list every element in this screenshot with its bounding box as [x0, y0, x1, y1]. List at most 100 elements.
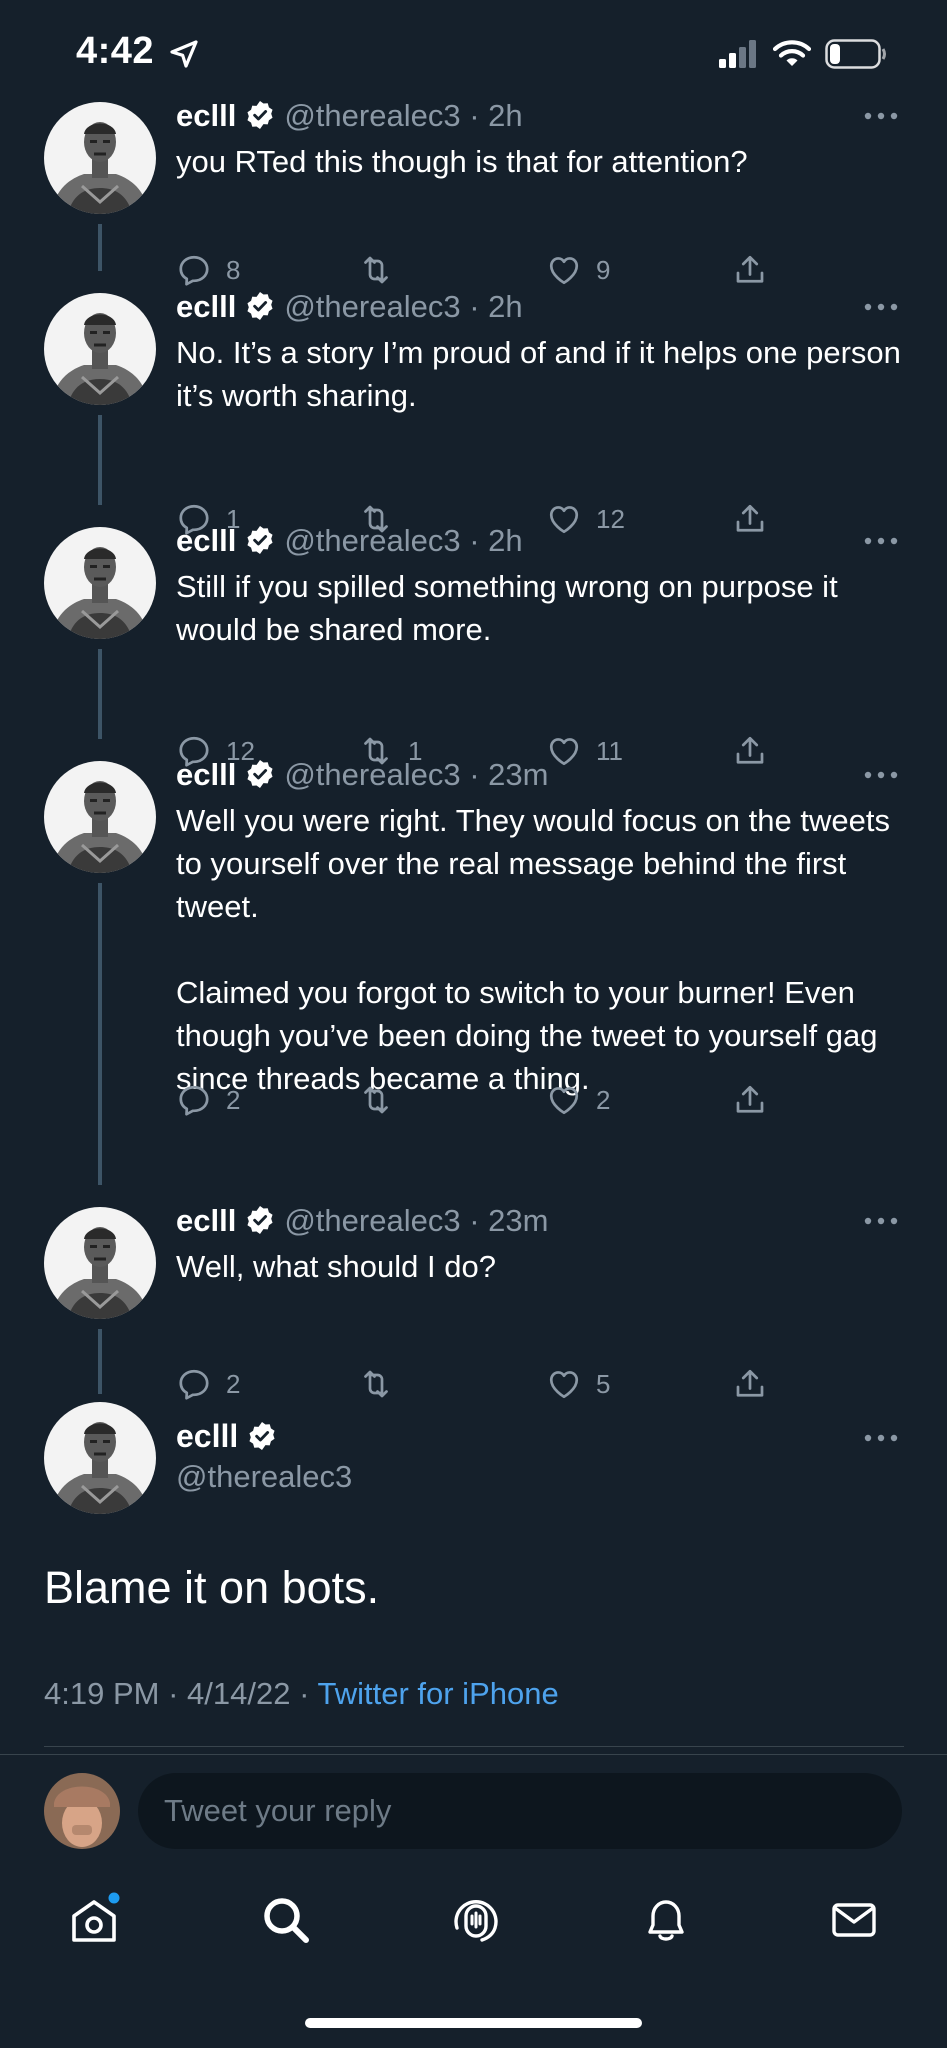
- messages-icon[interactable]: [826, 1892, 882, 1948]
- tweet-meta: 4:19 PM · 4/14/22 · Twitter for iPhone: [44, 1676, 559, 1712]
- share-icon: [732, 733, 768, 769]
- author-name[interactable]: eclll: [176, 1203, 236, 1238]
- like-button[interactable]: 12: [546, 501, 625, 537]
- status-icons: [719, 36, 887, 72]
- tweet-header: eclll @therealec3 · 23m: [176, 1201, 548, 1241]
- user-avatar[interactable]: [44, 1773, 120, 1849]
- reply-count: 8: [226, 254, 241, 285]
- author-name[interactable]: eclll: [176, 1418, 238, 1454]
- like-count: 9: [596, 254, 611, 285]
- reply-bar: [0, 1754, 947, 1861]
- more-options-icon[interactable]: [863, 1432, 899, 1444]
- heart-icon: [546, 733, 582, 769]
- avatar[interactable]: [44, 102, 156, 214]
- thread-connector-line: [98, 224, 102, 271]
- more-options-icon[interactable]: [863, 535, 899, 547]
- tweet-source-link[interactable]: Twitter for iPhone: [317, 1676, 558, 1711]
- share-icon: [732, 252, 768, 288]
- separator: ·: [469, 289, 480, 324]
- tweet-text: you RTed this though is that for attenti…: [176, 144, 748, 179]
- retweet-icon: [358, 1366, 394, 1402]
- like-count: 12: [596, 503, 625, 534]
- heart-icon: [546, 1082, 582, 1118]
- share-button[interactable]: [732, 1082, 768, 1118]
- author-name[interactable]: eclll: [176, 98, 236, 133]
- avatar[interactable]: [44, 527, 156, 639]
- tweet-text: Well you were right. They would focus on…: [176, 803, 890, 1096]
- author-handle[interactable]: @therealec3: [284, 1203, 460, 1238]
- tweet-time[interactable]: 2h: [488, 523, 522, 558]
- avatar[interactable]: [44, 293, 156, 405]
- author-name[interactable]: eclll: [176, 757, 236, 792]
- heart-icon: [546, 252, 582, 288]
- retweet-button[interactable]: [358, 1366, 408, 1402]
- thread-connector-line: [98, 649, 102, 739]
- author-name[interactable]: eclll: [176, 289, 236, 324]
- reply-icon: [176, 252, 212, 288]
- author-handle[interactable]: @therealec3: [284, 523, 460, 558]
- more-options-icon[interactable]: [863, 1215, 899, 1227]
- home-icon[interactable]: [66, 1892, 122, 1948]
- avatar[interactable]: [44, 1207, 156, 1319]
- signal-icon: [719, 40, 756, 68]
- separator: ·: [299, 1676, 310, 1711]
- divider: [44, 1746, 904, 1747]
- share-button[interactable]: [732, 1366, 768, 1402]
- search-icon[interactable]: [258, 1892, 314, 1948]
- tweet-actions: 2 5: [176, 1366, 776, 1410]
- share-icon: [732, 1366, 768, 1402]
- verified-badge-icon: [244, 99, 276, 131]
- share-button[interactable]: [732, 501, 768, 537]
- tweet-header: eclll @therealec3 · 23m: [176, 755, 548, 795]
- more-options-icon[interactable]: [863, 301, 899, 313]
- like-count: 2: [596, 1084, 611, 1115]
- reply-count: 2: [226, 1368, 241, 1399]
- main-tweet-text: Blame it on bots.: [44, 1562, 380, 1613]
- reply-button[interactable]: 2: [176, 1366, 240, 1402]
- tweet-time[interactable]: 23m: [488, 757, 548, 792]
- author-name[interactable]: eclll: [176, 523, 236, 558]
- tweet-actions: 2 2: [176, 1082, 776, 1126]
- retweet-button[interactable]: [358, 1082, 408, 1118]
- reply-input[interactable]: [138, 1773, 902, 1849]
- separator: ·: [469, 98, 480, 133]
- tweet-time[interactable]: 2h: [488, 98, 522, 133]
- like-button[interactable]: 11: [546, 733, 623, 769]
- author-handle[interactable]: @therealec3: [284, 757, 460, 792]
- tweet-text: No. It’s a story I’m proud of and if it …: [176, 335, 910, 413]
- more-options-icon[interactable]: [863, 110, 899, 122]
- heart-icon: [546, 1366, 582, 1402]
- like-button[interactable]: 9: [546, 252, 610, 288]
- author-handle[interactable]: @therealec3: [284, 289, 460, 324]
- tweet-text: Well, what should I do?: [176, 1249, 496, 1284]
- reply-button[interactable]: 8: [176, 252, 240, 288]
- author-handle[interactable]: @therealec3: [176, 1459, 352, 1495]
- verified-badge-icon: [244, 758, 276, 790]
- heart-icon: [546, 501, 582, 537]
- location-arrow-icon: [170, 40, 198, 68]
- main-author-name[interactable]: eclll: [176, 1418, 286, 1455]
- share-button[interactable]: [732, 733, 768, 769]
- separator: ·: [469, 1203, 480, 1238]
- tweet-time: 4:19 PM: [44, 1676, 160, 1711]
- notifications-icon[interactable]: [638, 1892, 694, 1948]
- avatar[interactable]: [44, 761, 156, 873]
- like-count: 5: [596, 1368, 611, 1399]
- reply-count: 2: [226, 1084, 241, 1115]
- retweet-button[interactable]: [358, 252, 408, 288]
- thread-connector-line: [98, 1329, 102, 1394]
- author-handle[interactable]: @therealec3: [284, 98, 460, 133]
- like-button[interactable]: 5: [546, 1366, 610, 1402]
- status-bar: 4:42: [0, 0, 947, 105]
- reply-button[interactable]: 2: [176, 1082, 240, 1118]
- spaces-icon[interactable]: [448, 1892, 504, 1948]
- retweet-icon: [358, 252, 394, 288]
- like-button[interactable]: 2: [546, 1082, 610, 1118]
- more-options-icon[interactable]: [863, 769, 899, 781]
- share-button[interactable]: [732, 252, 768, 288]
- tweet-time[interactable]: 23m: [488, 1203, 548, 1238]
- tweet-time[interactable]: 2h: [488, 289, 522, 324]
- thread-connector-line: [98, 883, 102, 1185]
- home-indicator: [305, 2018, 642, 2028]
- avatar[interactable]: [44, 1402, 156, 1514]
